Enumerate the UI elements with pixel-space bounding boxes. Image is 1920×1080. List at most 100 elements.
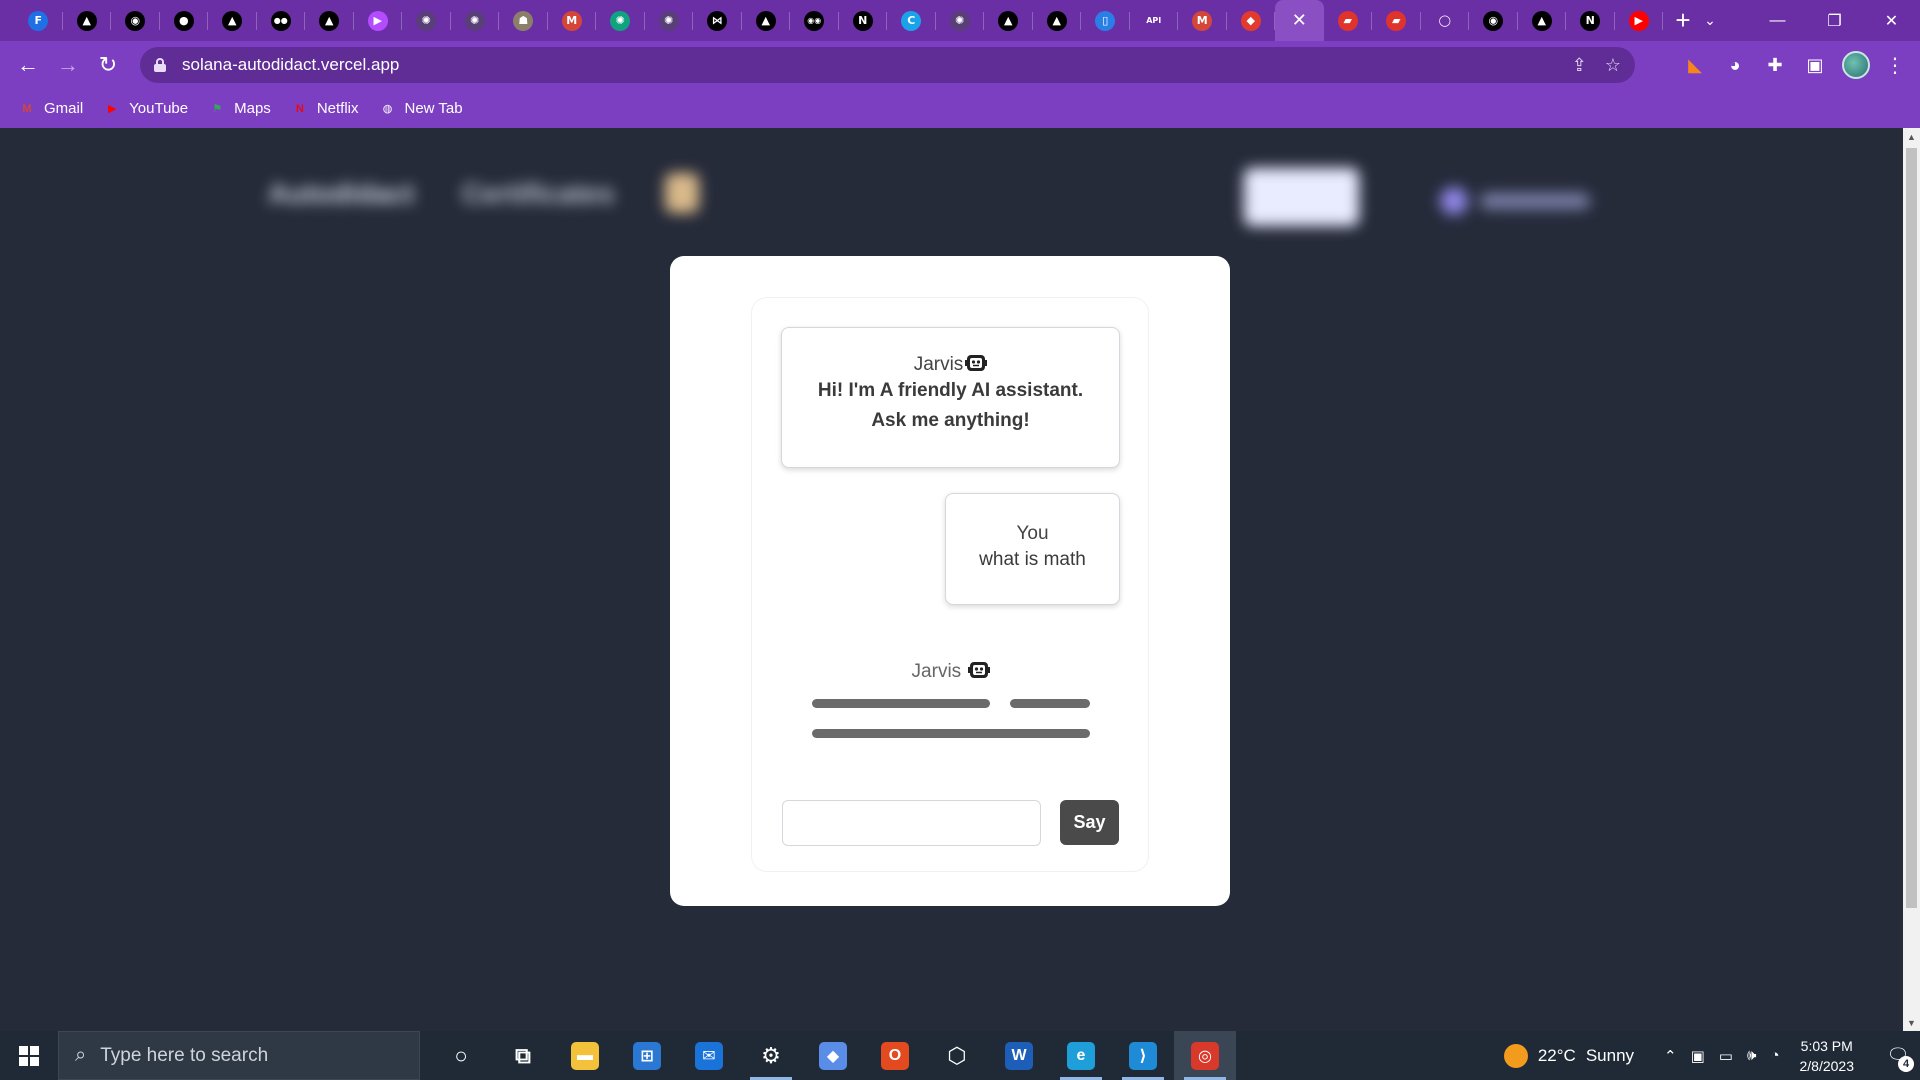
taskbar-app[interactable]: ⧉ [492, 1031, 554, 1080]
circle-logo-icon: ◉ [1483, 10, 1504, 31]
taskbar-app[interactable]: ▬ [554, 1031, 616, 1080]
browser-tab[interactable]: ✺ [645, 0, 694, 41]
puzzle-extensions-icon[interactable]: ✚ [1762, 52, 1788, 78]
browser-tab[interactable]: ▯ [1081, 0, 1130, 41]
taskbar-app[interactable]: ✉ [678, 1031, 740, 1080]
taskbar-app[interactable]: O [864, 1031, 926, 1080]
scrollbar-thumb[interactable] [1906, 148, 1917, 908]
taskbar-app[interactable]: ◎ [1174, 1031, 1236, 1080]
blurred-site-logo: Autodidact [268, 178, 415, 209]
notification-center-button[interactable]: 🗨 4 [1876, 1031, 1920, 1080]
taskbar-app[interactable]: e [1050, 1031, 1112, 1080]
side-panel-icon[interactable]: ▣ [1802, 52, 1828, 78]
browser-tab[interactable]: ▰ [1324, 0, 1373, 41]
taskbar-app[interactable]: ⟩ [1112, 1031, 1174, 1080]
say-button[interactable]: Say [1060, 800, 1119, 845]
scroll-down-arrow-icon[interactable]: ▼ [1903, 1014, 1920, 1031]
share-icon[interactable]: ⇪ [1572, 55, 1587, 76]
page-scrollbar[interactable]: ▲ ▼ [1903, 128, 1920, 1031]
assistant-name: Jarvis [913, 354, 964, 375]
browser-tab[interactable]: ◉◉ [790, 0, 839, 41]
bookmark-label: Netflix [316, 100, 359, 117]
browser-tab[interactable]: ▲ [1033, 0, 1082, 41]
browser-tab[interactable]: ☗ [499, 0, 548, 41]
browser-tab[interactable]: ▶ [1615, 0, 1664, 41]
browser-tab[interactable]: ▰ [1372, 0, 1421, 41]
circle-logo-icon: ◉ [125, 10, 146, 31]
sun-icon [1503, 1043, 1528, 1068]
address-bar[interactable]: solana-autodidact.vercel.app ⇪ ☆ [140, 47, 1635, 83]
browser-tab[interactable]: ◉ [1469, 0, 1518, 41]
mail-icon: ✉ [695, 1041, 723, 1070]
battery-icon[interactable]: ▭ [1719, 1047, 1733, 1065]
browser-tab[interactable]: ✺ [936, 0, 985, 41]
browser-tab[interactable]: ✺ [402, 0, 451, 41]
browser-tab[interactable]: ◆ [1227, 0, 1276, 41]
settings-icon: ⚙ [761, 1042, 781, 1068]
bookmark-gmail[interactable]: M Gmail [18, 100, 83, 117]
taskbar-app[interactable]: ◆ [802, 1031, 864, 1080]
minimize-button[interactable]: — [1749, 0, 1806, 41]
url-text[interactable]: solana-autodidact.vercel.app [182, 55, 399, 75]
profile-avatar[interactable] [1842, 51, 1870, 79]
browser-tab[interactable]: ✺ [596, 0, 645, 41]
browser-tab[interactable]: ▶ [354, 0, 403, 41]
browser-tab[interactable]: ▲ [305, 0, 354, 41]
netflix-icon: N [295, 102, 304, 115]
browser-tab[interactable]: F [14, 0, 63, 41]
browser-tab[interactable]: ▲ [63, 0, 112, 41]
browser-tab[interactable]: ▲ [742, 0, 791, 41]
taskbar-app[interactable]: ○ [430, 1031, 492, 1080]
browser-tab[interactable]: N [839, 0, 888, 41]
restore-button[interactable]: ❐ [1806, 0, 1863, 41]
close-window-button[interactable]: ✕ [1863, 0, 1920, 41]
wifi-icon[interactable]: ◔ [1770, 1047, 1779, 1064]
browser-tab[interactable]: N [1566, 0, 1615, 41]
globe-icon: ◍ [382, 103, 393, 115]
bookmark-youtube[interactable]: ▶ YouTube [103, 100, 188, 117]
metamask-fox-icon[interactable]: ◣ [1682, 52, 1708, 78]
browser-tab[interactable]: ▲ [984, 0, 1033, 41]
close-icon[interactable]: ✕ [1292, 10, 1307, 31]
taskbar-app[interactable]: ⚙ [740, 1031, 802, 1080]
taskbar-app[interactable]: ⬡ [926, 1031, 988, 1080]
word-icon: W [1005, 1041, 1033, 1070]
browser-tab[interactable]: M [1178, 0, 1227, 41]
taskbar-search-box[interactable]: ⌕ Type here to search [58, 1031, 420, 1080]
browser-tab[interactable]: ◯ [1421, 0, 1470, 41]
browser-tab[interactable]: ✕ [1275, 0, 1324, 41]
bookmark-maps[interactable]: ⚑ Maps [208, 100, 271, 117]
start-button[interactable] [0, 1031, 58, 1080]
bookmark-new-tab[interactable]: ◍ New Tab [379, 100, 463, 117]
more-menu-icon[interactable]: ⋮ [1880, 41, 1910, 89]
message-input[interactable] [782, 800, 1041, 846]
browser-tab[interactable]: ◉ [111, 0, 160, 41]
reload-icon[interactable]: ↻ [88, 45, 128, 85]
browser-tab[interactable]: ▲ [208, 0, 257, 41]
clock[interactable]: 5:03 PM 2/8/2023 [1800, 1036, 1855, 1076]
taskbar-app[interactable]: W [988, 1031, 1050, 1080]
weather-widget[interactable]: 22°C Sunny [1503, 1043, 1634, 1068]
forward-arrow-icon[interactable]: → [48, 45, 88, 85]
volume-icon[interactable]: 🕪 [1747, 1047, 1756, 1064]
browser-tab[interactable]: C [887, 0, 936, 41]
browser-tab[interactable]: ✺ [451, 0, 500, 41]
extension-bubble-icon[interactable]: ◕ [1722, 52, 1748, 78]
scroll-up-arrow-icon[interactable]: ▲ [1903, 128, 1920, 145]
bookmark-netflix[interactable]: N Netflix [291, 100, 359, 117]
browser-tab[interactable]: ●● [257, 0, 306, 41]
browser-tab[interactable]: M [548, 0, 597, 41]
browser-tab[interactable]: ● [160, 0, 209, 41]
taskbar-apps: ○ ⧉ ▬ ⊞ ✉ ⚙ ◆ O ⬡ We ⟩ ◎ [430, 1031, 1236, 1080]
browser-tab[interactable]: API [1130, 0, 1179, 41]
tab-search-chevron-icon[interactable]: ⌄ [1690, 0, 1730, 41]
back-arrow-icon[interactable]: ← [8, 45, 48, 85]
browser-tab[interactable]: ⋈ [693, 0, 742, 41]
openai-icon: ✺ [658, 10, 679, 31]
chevron-up-icon[interactable]: ⌃ [1664, 1047, 1677, 1065]
meet-now-icon[interactable]: ▣ [1691, 1047, 1705, 1065]
lock-icon[interactable] [154, 58, 166, 72]
browser-tab[interactable]: ▲ [1518, 0, 1567, 41]
taskbar-app[interactable]: ⊞ [616, 1031, 678, 1080]
bookmark-star-icon[interactable]: ☆ [1605, 55, 1621, 76]
